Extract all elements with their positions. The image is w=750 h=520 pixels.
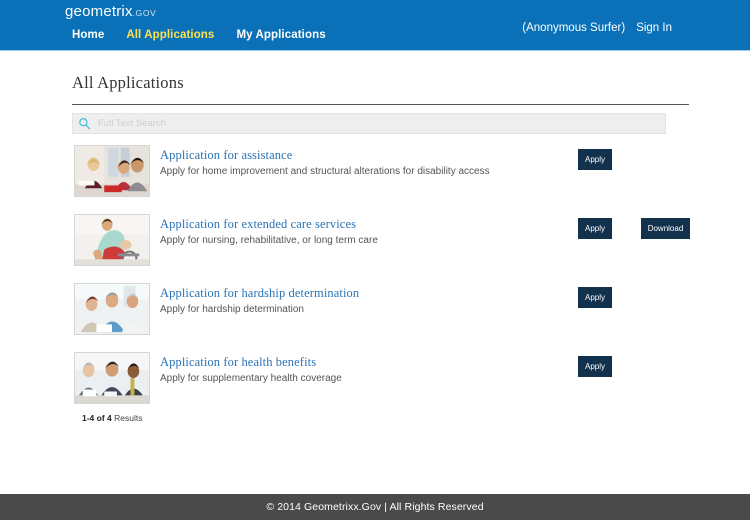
header-underline	[0, 50, 750, 51]
brand-suffix: .GOV	[133, 8, 157, 18]
application-title-link[interactable]: Application for assistance	[160, 148, 490, 163]
search-input[interactable]	[98, 118, 665, 129]
results-count-suffix: Results	[112, 413, 143, 423]
apply-button[interactable]: Apply	[578, 149, 612, 170]
application-thumbnail[interactable]	[74, 283, 150, 335]
application-description: Apply for home improvement and structura…	[160, 166, 490, 177]
application-info: Application for hardship determination A…	[160, 286, 359, 315]
copyright-text: © 2014 Geometrixx.Gov | All Rights Reser…	[266, 501, 483, 513]
apply-button[interactable]: Apply	[578, 356, 612, 377]
nav-item-all-applications[interactable]: All Applications	[126, 29, 214, 41]
application-title-link[interactable]: Application for extended care services	[160, 217, 378, 232]
application-thumbnail[interactable]	[74, 352, 150, 404]
table-row: Application for hardship determination A…	[0, 279, 750, 348]
site-header: geometrix.GOV Home All Applications My A…	[0, 0, 750, 50]
page-title: All Applications	[72, 73, 184, 93]
applications-list: Application for assistance Apply for hom…	[0, 141, 750, 417]
table-row: Application for extended care services A…	[0, 210, 750, 279]
title-divider	[72, 104, 689, 105]
application-thumbnail[interactable]	[74, 214, 150, 266]
table-row: Application for assistance Apply for hom…	[0, 141, 750, 210]
main-navigation: Home All Applications My Applications	[72, 29, 326, 41]
search-icon	[78, 117, 98, 130]
page-root: geometrix.GOV Home All Applications My A…	[0, 0, 750, 520]
anonymous-user-label: (Anonymous Surfer)	[522, 22, 625, 34]
application-info: Application for health benefits Apply fo…	[160, 355, 342, 384]
search-bar[interactable]	[72, 113, 666, 134]
user-navigation: (Anonymous Surfer) Sign In	[522, 22, 672, 34]
results-count-range: 1-4 of 4	[82, 413, 112, 423]
application-info: Application for assistance Apply for hom…	[160, 148, 490, 177]
table-row: Application for health benefits Apply fo…	[0, 348, 750, 417]
site-footer: © 2014 Geometrixx.Gov | All Rights Reser…	[0, 494, 750, 520]
apply-button[interactable]: Apply	[578, 287, 612, 308]
brand-name: geometrix	[65, 3, 133, 20]
sign-in-link[interactable]: Sign In	[636, 22, 672, 34]
application-thumbnail[interactable]	[74, 145, 150, 197]
application-description: Apply for supplementary health coverage	[160, 373, 342, 384]
application-title-link[interactable]: Application for hardship determination	[160, 286, 359, 301]
download-button[interactable]: Download	[641, 218, 690, 239]
nav-item-home[interactable]: Home	[72, 29, 104, 41]
application-info: Application for extended care services A…	[160, 217, 378, 246]
site-logo[interactable]: geometrix.GOV	[65, 3, 156, 20]
application-description: Apply for nursing, rehabilitative, or lo…	[160, 235, 378, 246]
application-title-link[interactable]: Application for health benefits	[160, 355, 342, 370]
nav-item-my-applications[interactable]: My Applications	[236, 29, 325, 41]
results-count: 1-4 of 4 Results	[82, 413, 142, 423]
apply-button[interactable]: Apply	[578, 218, 612, 239]
application-description: Apply for hardship determination	[160, 304, 359, 315]
